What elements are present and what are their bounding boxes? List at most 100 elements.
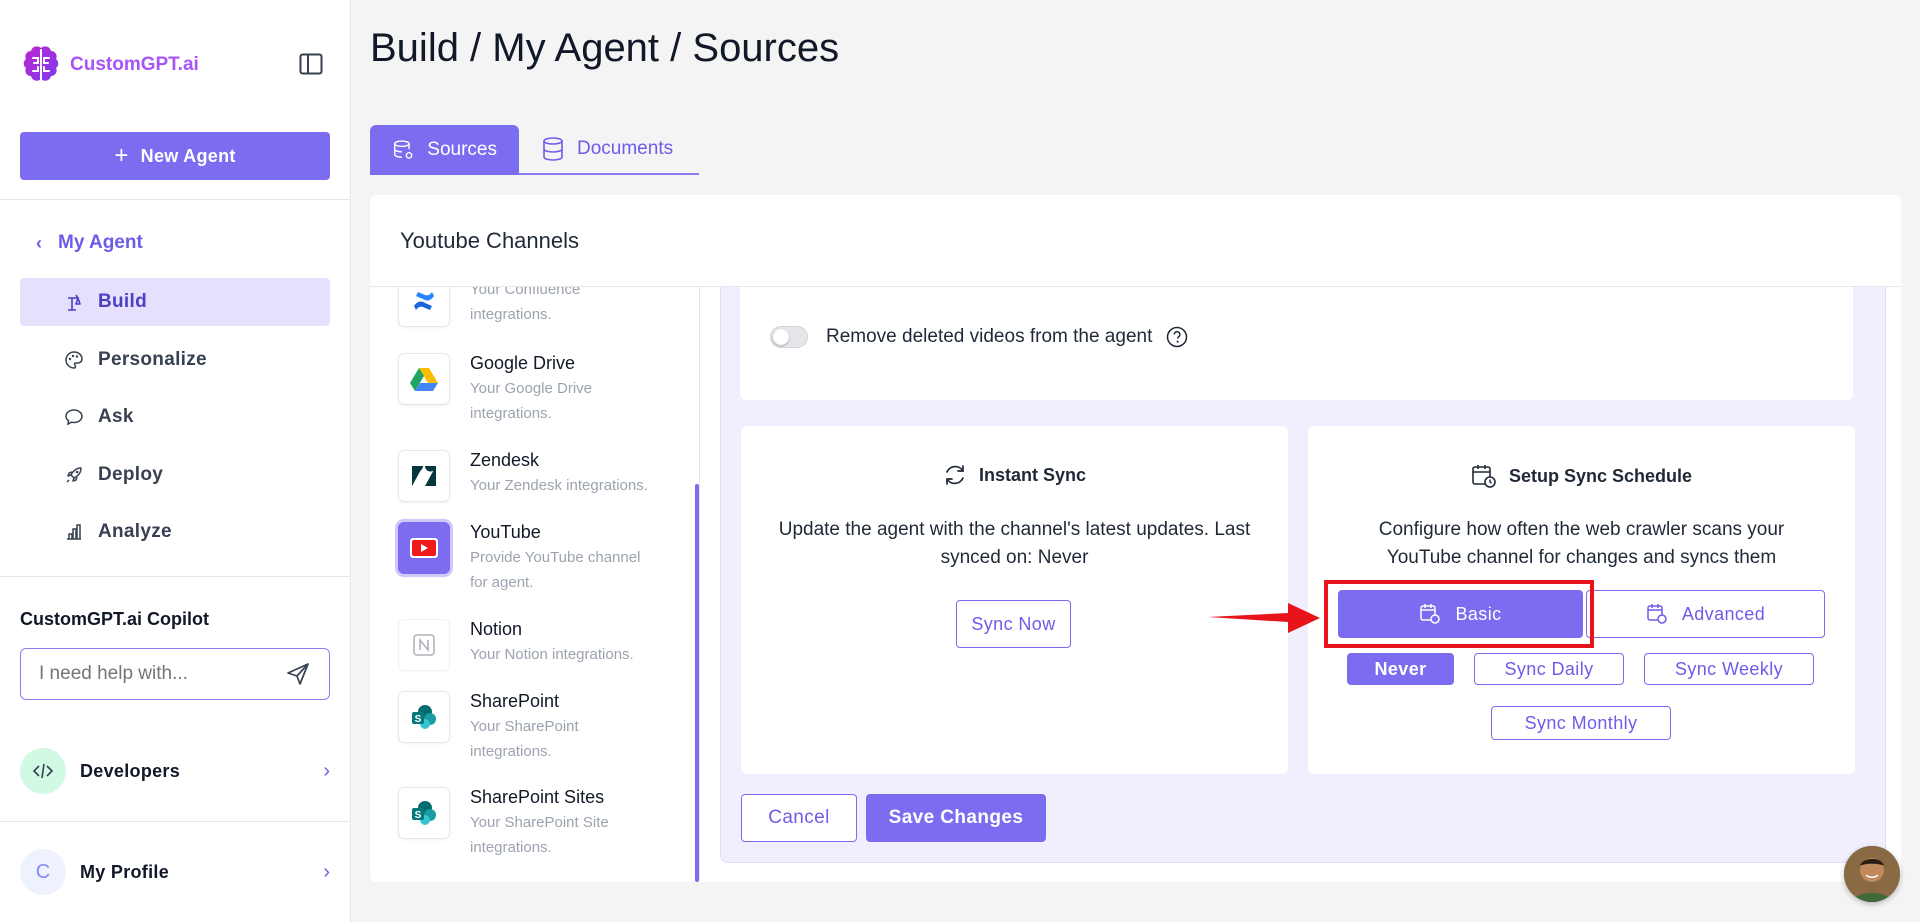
notion-icon (398, 619, 450, 671)
sync-schedule-header: Setup Sync Schedule (1308, 463, 1855, 489)
frequency-monthly-button[interactable]: Sync Monthly (1491, 706, 1671, 740)
my-profile-link[interactable]: C My Profile › (20, 846, 330, 898)
integration-sharepoint-sites[interactable]: S SharePoint Sites Your SharePoint Site i… (398, 787, 678, 860)
advanced-mode-label: Advanced (1681, 603, 1766, 624)
chevron-right-icon: › (323, 860, 330, 883)
chevron-right-icon: › (323, 759, 330, 782)
integration-desc: Your Google Drive integrations. (470, 380, 593, 422)
sync-schedule-title: Setup Sync Schedule (1508, 465, 1693, 486)
advanced-mode-button[interactable]: Advanced (1586, 590, 1825, 638)
svg-text:S: S (415, 714, 422, 725)
instant-sync-card: Instant Sync Update the agent with the c… (741, 426, 1288, 774)
annotation-highlight-box (1324, 580, 1594, 648)
zendesk-icon (398, 450, 450, 502)
integration-youtube[interactable]: YouTube Provide YouTube channel for agent… (398, 522, 678, 595)
sharepoint-icon: S (398, 691, 450, 743)
remove-deleted-card: Remove deleted videos from the agent (740, 287, 1853, 400)
sharepoint-sites-icon: S (398, 787, 450, 839)
sidebar-item-personalize[interactable]: Personalize (20, 336, 330, 384)
sidebar-item-deploy[interactable]: Deploy (20, 451, 330, 499)
integration-desc: Provide YouTube channel for agent. (470, 549, 641, 591)
integration-sharepoint[interactable]: S SharePoint Your SharePoint integrations… (398, 691, 678, 764)
app-logo[interactable]: CustomGPT.ai (20, 44, 199, 86)
divider (0, 199, 351, 200)
integration-name: YouTube (470, 522, 541, 542)
integration-desc: Your Zendesk integrations. (470, 477, 648, 494)
cancel-button[interactable]: Cancel (741, 794, 857, 842)
card-title: Youtube Channels (400, 228, 580, 253)
scrollbar-thumb[interactable] (695, 484, 699, 882)
integration-desc: Your Confluence integrations. (470, 287, 581, 323)
back-to-my-agent-link[interactable]: ‹ My Agent (36, 232, 143, 254)
sidebar-item-label: Ask (98, 406, 134, 427)
tab-sources[interactable]: Sources (370, 125, 519, 175)
collapse-sidebar-button[interactable] (298, 52, 324, 76)
send-icon[interactable] (285, 661, 311, 687)
save-changes-button[interactable]: Save Changes (866, 794, 1046, 842)
integration-name: Zendesk (470, 450, 540, 470)
sidebar-item-label: Deploy (98, 464, 164, 485)
brain-logo-icon (23, 46, 59, 81)
page-title: Build / My Agent / Sources (370, 26, 840, 70)
integrations-list: Your Confluence integrations. Google Driv… (370, 287, 700, 882)
sidebar-item-ask[interactable]: Ask (20, 393, 330, 441)
calendar-clock-icon (1472, 465, 1496, 488)
integration-google-drive[interactable]: Google Drive Your Google Drive integratio… (398, 353, 678, 426)
copilot-input-box[interactable] (20, 648, 330, 700)
instant-sync-header: Instant Sync (741, 463, 1288, 487)
integration-name: SharePoint Sites (470, 787, 605, 807)
sidebar-item-analyze[interactable]: Analyze (20, 508, 330, 556)
app-name: CustomGPT.ai (70, 54, 199, 75)
divider (0, 576, 351, 577)
refresh-icon (946, 465, 964, 485)
new-agent-label: New Agent (140, 145, 236, 166)
sidebar-item-build[interactable]: Build (20, 278, 330, 326)
integration-name: Notion (470, 619, 523, 639)
sidebar-item-label: Build (98, 291, 147, 312)
frequency-weekly-button[interactable]: Sync Weekly (1644, 653, 1814, 685)
sync-now-button[interactable]: Sync Now (956, 600, 1071, 648)
confluence-icon (398, 287, 450, 327)
sources-card: Youtube Channels Your Confluence integrat… (370, 195, 1901, 882)
chevron-left-icon: ‹ (36, 232, 42, 253)
instant-sync-title: Instant Sync (978, 464, 1087, 485)
remove-deleted-toggle[interactable] (770, 326, 808, 348)
tab-label: Sources (427, 139, 497, 160)
instant-sync-description: Update the agent with the channel's late… (778, 519, 1251, 568)
tab-label: Documents (577, 138, 674, 159)
tab-documents[interactable]: Documents (519, 125, 699, 175)
remove-deleted-label: Remove deleted videos from the agent (826, 326, 1153, 347)
database-settings-icon (393, 140, 413, 159)
code-icon (20, 748, 66, 794)
palette-icon (65, 351, 83, 369)
support-chat-avatar[interactable] (1844, 846, 1900, 902)
integration-zendesk[interactable]: Zendesk Your Zendesk integrations. (398, 450, 678, 502)
avatar: C (20, 849, 66, 895)
frequency-daily-button[interactable]: Sync Daily (1474, 653, 1624, 685)
new-agent-button[interactable]: + New Agent (20, 132, 330, 180)
copilot-title: CustomGPT.ai Copilot (20, 609, 209, 629)
svg-text:S: S (415, 810, 422, 821)
help-icon[interactable] (1166, 326, 1188, 348)
chat-icon (65, 409, 83, 426)
integration-notion[interactable]: Notion Your Notion integrations. (398, 619, 678, 671)
sidebar-item-label: Personalize (98, 349, 207, 370)
build-icon (68, 294, 81, 311)
sidebar: CustomGPT.ai + New Agent ‹ My Agent Buil… (0, 0, 351, 922)
developers-link[interactable]: Developers › (20, 745, 330, 797)
person-avatar-icon (1844, 846, 1900, 902)
frequency-never-button[interactable]: Never (1347, 653, 1454, 685)
annotation-arrow-icon (1208, 603, 1320, 633)
integration-desc: Your Notion integrations. (470, 646, 634, 663)
chart-icon (67, 524, 81, 540)
integration-desc: Your SharePoint Site integrations. (470, 814, 609, 856)
google-drive-icon (398, 353, 450, 405)
copilot-input[interactable] (39, 663, 285, 685)
back-link-label: My Agent (58, 232, 143, 253)
integration-confluence[interactable]: Your Confluence integrations. (398, 287, 678, 327)
sidebar-item-label: Analyze (98, 521, 172, 542)
youtube-icon (398, 522, 450, 574)
database-icon (543, 137, 563, 161)
integration-name: SharePoint (470, 691, 560, 711)
rocket-icon (66, 467, 82, 483)
